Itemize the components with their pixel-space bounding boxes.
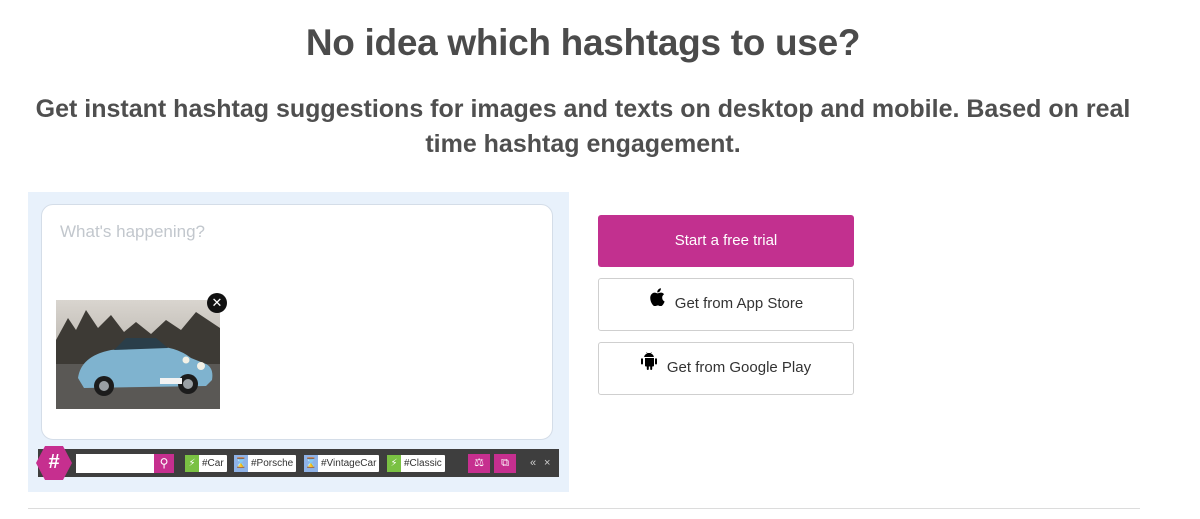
start-free-trial-label: Start a free trial — [674, 232, 778, 249]
lightning-icon: ⚡ — [387, 455, 401, 472]
google-play-label: Get from Google Play — [666, 359, 812, 376]
lightning-icon: ⚡ — [185, 455, 199, 472]
compose-placeholder: What's happening? — [60, 222, 206, 241]
demo-panel: What's happening? ✕ # ⚲ ⚡ #Car ⌛ #Porsch… — [28, 192, 569, 492]
page-title: No idea which hashtags to use? — [305, 22, 861, 63]
hashtag-chip-label: #Classic — [404, 458, 442, 469]
app-store-button[interactable]: Get from App Store — [598, 278, 854, 331]
app-store-label: Get from App Store — [674, 295, 804, 312]
collapse-icon[interactable]: « — [530, 455, 536, 472]
android-icon — [640, 341, 657, 391]
close-icon[interactable]: × — [544, 455, 550, 472]
attached-photo — [56, 300, 220, 409]
hashtag-chip-car[interactable]: ⚡ #Car — [185, 455, 227, 472]
hourglass-icon: ⌛ — [234, 455, 248, 472]
page-subtitle: Get instant hashtag suggestions for imag… — [35, 95, 1131, 158]
hashtag-chip-vintagecar[interactable]: ⌛ #VintageCar — [304, 455, 380, 472]
google-play-button[interactable]: Get from Google Play — [598, 342, 854, 395]
hourglass-icon: ⌛ — [304, 455, 318, 472]
search-icon[interactable]: ⚲ — [154, 454, 174, 473]
hashtag-toolbar: # ⚲ ⚡ #Car ⌛ #Porsche ⌛ #VintageCar ⚡ #C… — [36, 446, 559, 480]
hashtag-chip-label: #Car — [202, 458, 224, 469]
section-divider — [28, 508, 1140, 509]
hashtag-chip-label: #VintageCar — [321, 458, 377, 469]
hashtag-logo-glyph: # — [48, 451, 60, 473]
hashtag-logo: # — [36, 446, 72, 480]
hashtag-chip-label: #Porsche — [251, 458, 294, 469]
balance-icon[interactable]: ⚖ — [468, 454, 490, 473]
hashtag-chip-classic[interactable]: ⚡ #Classic — [387, 455, 445, 472]
remove-image-button[interactable]: ✕ — [207, 293, 227, 313]
hashtag-chip-porsche[interactable]: ⌛ #Porsche — [234, 455, 297, 472]
hashtag-search-input[interactable] — [76, 454, 154, 473]
compose-box[interactable]: What's happening? ✕ — [41, 204, 553, 440]
start-free-trial-button[interactable]: Start a free trial — [598, 215, 854, 267]
apple-icon — [649, 277, 665, 327]
copy-icon[interactable]: ⧉ — [494, 454, 516, 473]
